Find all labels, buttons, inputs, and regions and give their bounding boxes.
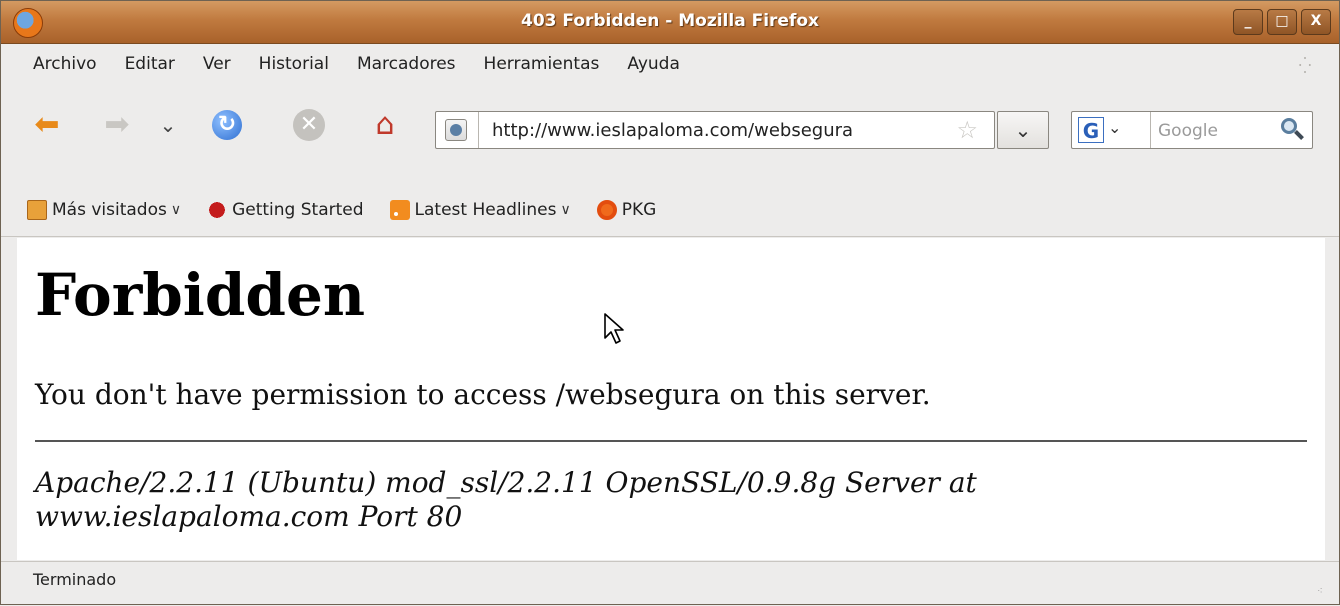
window-title: 403 Forbidden - Mozilla Firefox xyxy=(520,11,819,31)
menu-editar[interactable]: Editar xyxy=(111,54,189,74)
bookmark-label: Más visitados xyxy=(52,199,167,220)
status-text: Terminado xyxy=(33,570,117,589)
browser-window: 403 Forbidden - Mozilla Firefox _ □ X Ar… xyxy=(0,0,1340,605)
chevron-down-icon: ⌄ xyxy=(159,113,177,137)
bookmark-label: PKG xyxy=(621,199,657,220)
ubuntu-logo-icon xyxy=(596,199,617,220)
bookmark-getting-started[interactable]: Getting Started xyxy=(207,199,364,220)
forward-arrow-icon: ➡ xyxy=(104,107,130,142)
search-bar[interactable]: G ⌄ Google xyxy=(1071,111,1313,149)
navigation-toolbar: ⬅ ➡ ⌄ ↻ ✕ ⌂ http://www.ieslapaloma.com/w… xyxy=(1,87,1339,181)
bookmarks-toolbar: Más visitados ∨ Getting Started Latest H… xyxy=(1,183,1339,237)
close-button[interactable]: X xyxy=(1301,9,1331,35)
engine-chevron-icon[interactable]: ⌄ xyxy=(1108,118,1121,137)
divider xyxy=(35,440,1307,442)
url-history-dropdown[interactable]: ⌄ xyxy=(997,111,1049,149)
url-separator xyxy=(478,112,479,148)
stop-button[interactable]: ✕ xyxy=(289,105,329,145)
menu-archivo[interactable]: Archivo xyxy=(1,54,111,74)
mouse-pointer-icon xyxy=(604,313,624,344)
search-icon[interactable] xyxy=(1280,117,1306,143)
rss-feed-icon xyxy=(389,199,410,220)
menu-herramientas[interactable]: Herramientas xyxy=(470,54,614,74)
back-arrow-icon: ⬅ xyxy=(34,107,60,142)
forward-button[interactable]: ➡ xyxy=(97,105,137,145)
maximize-button[interactable]: □ xyxy=(1267,9,1297,35)
bookmark-label: Getting Started xyxy=(232,199,364,220)
menu-ver[interactable]: Ver xyxy=(189,54,245,74)
resize-grip-icon[interactable]: ⁖ xyxy=(1317,586,1331,600)
menu-historial[interactable]: Historial xyxy=(245,54,343,74)
chevron-down-icon: ∨ xyxy=(170,201,182,218)
menu-ayuda[interactable]: Ayuda xyxy=(613,54,694,74)
server-signature: Apache/2.2.11 (Ubuntu) mod_ssl/2.2.11 Op… xyxy=(35,466,977,533)
bookmark-pkg[interactable]: PKG xyxy=(596,199,657,220)
home-icon: ⌂ xyxy=(375,107,395,142)
url-input[interactable]: http://www.ieslapaloma.com/websegura xyxy=(492,120,853,141)
bookmark-star-icon[interactable]: ☆ xyxy=(956,116,978,144)
title-bar[interactable]: 403 Forbidden - Mozilla Firefox _ □ X xyxy=(1,1,1339,44)
bookmark-label: Latest Headlines xyxy=(414,199,557,220)
bookmark-mas-visitados[interactable]: Más visitados ∨ xyxy=(27,199,182,220)
error-message: You don't have permission to access /web… xyxy=(35,378,931,411)
reload-button[interactable]: ↻ xyxy=(207,105,247,145)
search-separator xyxy=(1150,112,1151,148)
bookmark-latest-headlines[interactable]: Latest Headlines ∨ xyxy=(389,199,571,220)
status-bar: Terminado ⁖ xyxy=(1,561,1339,606)
chevron-down-icon: ∨ xyxy=(560,201,571,218)
site-identity-icon[interactable] xyxy=(445,119,467,141)
home-button[interactable]: ⌂ xyxy=(365,105,405,145)
url-bar[interactable]: http://www.ieslapaloma.com/websegura ☆ xyxy=(435,111,995,149)
window-controls: _ □ X xyxy=(1233,9,1331,35)
chevron-down-icon: ⌄ xyxy=(1014,118,1032,142)
google-engine-icon[interactable]: G xyxy=(1078,117,1104,143)
back-button[interactable]: ⬅ xyxy=(27,105,67,145)
menu-bar: Archivo Editar Ver Historial Marcadores … xyxy=(1,44,1339,84)
page-content: Forbidden You don't have permission to a… xyxy=(17,238,1325,560)
stop-icon: ✕ xyxy=(293,109,325,141)
reload-icon: ↻ xyxy=(212,110,242,140)
search-input[interactable]: Google xyxy=(1158,121,1218,141)
redhat-icon xyxy=(207,199,228,220)
menu-marcadores[interactable]: Marcadores xyxy=(343,54,470,74)
throbber-icon: ⁛ xyxy=(1298,56,1312,75)
page-heading: Forbidden xyxy=(35,261,366,329)
history-dropdown-button[interactable]: ⌄ xyxy=(153,105,183,145)
folder-icon xyxy=(27,199,47,220)
minimize-button[interactable]: _ xyxy=(1233,9,1263,35)
